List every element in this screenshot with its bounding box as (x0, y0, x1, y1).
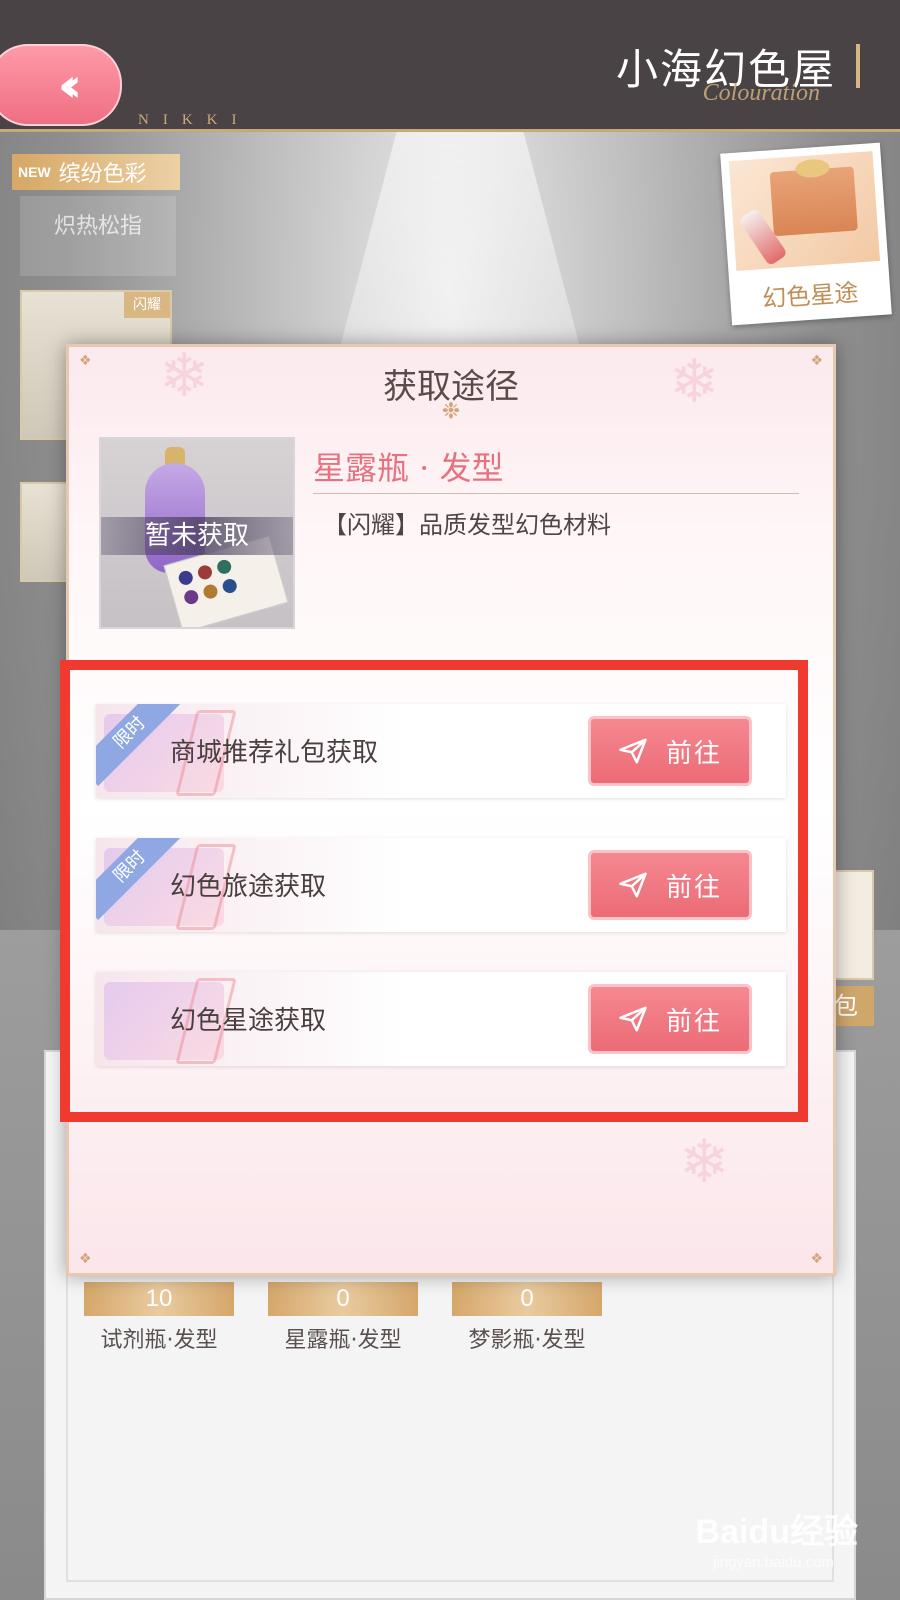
item-divider (313, 493, 799, 494)
item-name: 星露瓶 · 发型 (313, 449, 504, 487)
quality-badge: 闪耀 (124, 292, 170, 318)
paper-plane-icon (619, 1006, 647, 1032)
counter-value: 0 (268, 1282, 418, 1316)
counter-name: 梦影瓶·发型 (468, 1328, 586, 1353)
item-status-banner: 暂未获取 (101, 517, 293, 555)
top-bar: ‹‹ NIKKI 小海幻色屋 Colouration (0, 0, 900, 132)
tab-colorful-label: 缤纷色彩 (58, 162, 147, 187)
paper-plane-icon (619, 872, 647, 898)
counter-name: 试剂瓶·发型 (100, 1328, 218, 1353)
counter-trial-bottle: 10 试剂瓶·发型 (84, 1282, 234, 1354)
source-row-star-route: 幻色星途获取 前往 (96, 972, 786, 1066)
snowflake-icon: ❄ (679, 1127, 730, 1197)
watermark-url: jingyan.baidu.com (713, 1554, 834, 1571)
promo-label: 幻色星途 (761, 278, 860, 314)
title-ornament-icon: ❉ (441, 399, 461, 424)
palette-dot (215, 558, 233, 576)
palette-dot (182, 588, 200, 606)
watermark-logo: Baidu经验 (695, 1513, 858, 1551)
tab-second-label: 炽热松指 (53, 214, 142, 239)
go-button-label: 前往 (665, 872, 722, 903)
brand-tag: NIKKI (138, 112, 251, 128)
title-divider (856, 44, 860, 88)
source-label: 幻色旅途获取 (170, 872, 327, 902)
go-button[interactable]: 前往 (588, 850, 752, 920)
counter-value: 0 (452, 1282, 602, 1316)
double-chevron-left-icon: ‹‹ (58, 58, 82, 112)
gift-box-image (728, 151, 881, 271)
source-label: 幻色星途获取 (170, 1006, 327, 1036)
paper-plane-icon (619, 738, 647, 764)
back-button[interactable]: ‹‹ (0, 44, 122, 126)
tab-colorful[interactable]: NEW 缤纷色彩 (12, 154, 180, 190)
item-thumbnail: 暂未获取 (99, 437, 295, 629)
palette-dot (201, 582, 220, 601)
go-button-label: 前往 (665, 1006, 722, 1037)
page-subtitle-script: Colouration (702, 80, 820, 106)
go-button[interactable]: 前往 (588, 716, 752, 786)
palette-dot (196, 563, 214, 582)
material-counters: 10 试剂瓶·发型 0 星露瓶·发型 0 梦影瓶·发型 (84, 1282, 644, 1354)
go-button-label: 前往 (665, 738, 722, 769)
counter-value: 10 (84, 1282, 234, 1316)
item-description: 【闪耀】品质发型幻色材料 (323, 511, 611, 539)
source-label: 商城推荐礼包获取 (170, 738, 379, 768)
palette-dot (177, 569, 195, 587)
promo-card[interactable]: 幻色星途 (720, 142, 892, 326)
counter-name: 星露瓶·发型 (284, 1328, 402, 1353)
go-button[interactable]: 前往 (588, 984, 752, 1054)
corner-ornament: ❖ (810, 1251, 823, 1267)
counter-star-dew-bottle: 0 星露瓶·发型 (268, 1282, 418, 1354)
new-badge: NEW (18, 164, 51, 180)
palette-dot (221, 577, 239, 595)
counter-dream-bottle: 0 梦影瓶·发型 (452, 1282, 602, 1354)
tab-second[interactable]: 炽热松指 (20, 196, 176, 276)
source-row-journey: 限时 幻色旅途获取 前往 (96, 838, 786, 932)
corner-ornament: ❖ (79, 1251, 92, 1267)
source-row-shop: 限时 商城推荐礼包获取 前往 (96, 704, 786, 798)
